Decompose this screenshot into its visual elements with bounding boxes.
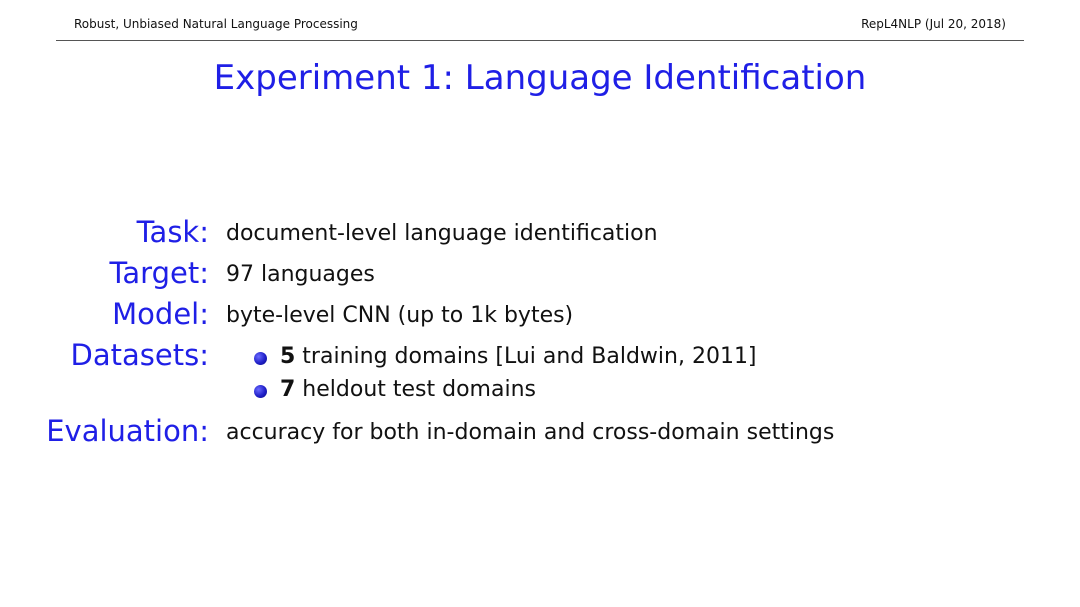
training-domain-text: training domains [Lui and Baldwin, 2011]: [295, 344, 757, 369]
task-label: Task:: [136, 215, 209, 249]
slide-title: Experiment 1: Language Identification: [213, 58, 867, 98]
header-left-text: Robust, Unbiased Natural Language Proces…: [74, 17, 358, 31]
datasets-label: Datasets:: [70, 338, 209, 372]
evaluation-section: Evaluation: accuracy for both in-domain …: [0, 405, 1080, 446]
task-value: document-level language identification: [226, 221, 658, 246]
list-item: 5 training domains [Lui and Baldwin, 201…: [254, 342, 757, 375]
row-model: Model: byte-level CNN (up to 1k bytes): [0, 288, 1080, 329]
test-domain-text: heldout test domains: [295, 377, 536, 402]
model-label: Model:: [112, 297, 209, 331]
row-task: Task: document-level language identifica…: [0, 206, 1080, 247]
header-right-text: RepL4NLP (Jul 20, 2018): [861, 17, 1006, 31]
row-target: Target: 97 languages: [0, 247, 1080, 288]
evaluation-value: accuracy for both in-domain and cross-do…: [226, 420, 835, 445]
test-domain-count: 7: [280, 377, 296, 402]
model-value: byte-level CNN (up to 1k bytes): [226, 303, 574, 328]
training-domain-count: 5: [280, 344, 296, 369]
slide-header: Robust, Unbiased Natural Language Proces…: [56, 14, 1024, 41]
list-item: 7 heldout test domains: [254, 375, 757, 408]
bullet-icon: [254, 385, 267, 398]
row-evaluation: Evaluation: accuracy for both in-domain …: [0, 405, 1080, 446]
target-value: 97 languages: [226, 262, 375, 287]
datasets-list: 5 training domains [Lui and Baldwin, 201…: [254, 342, 757, 408]
evaluation-label: Evaluation:: [46, 414, 209, 448]
bullet-icon: [254, 352, 267, 365]
target-label: Target:: [109, 256, 210, 290]
